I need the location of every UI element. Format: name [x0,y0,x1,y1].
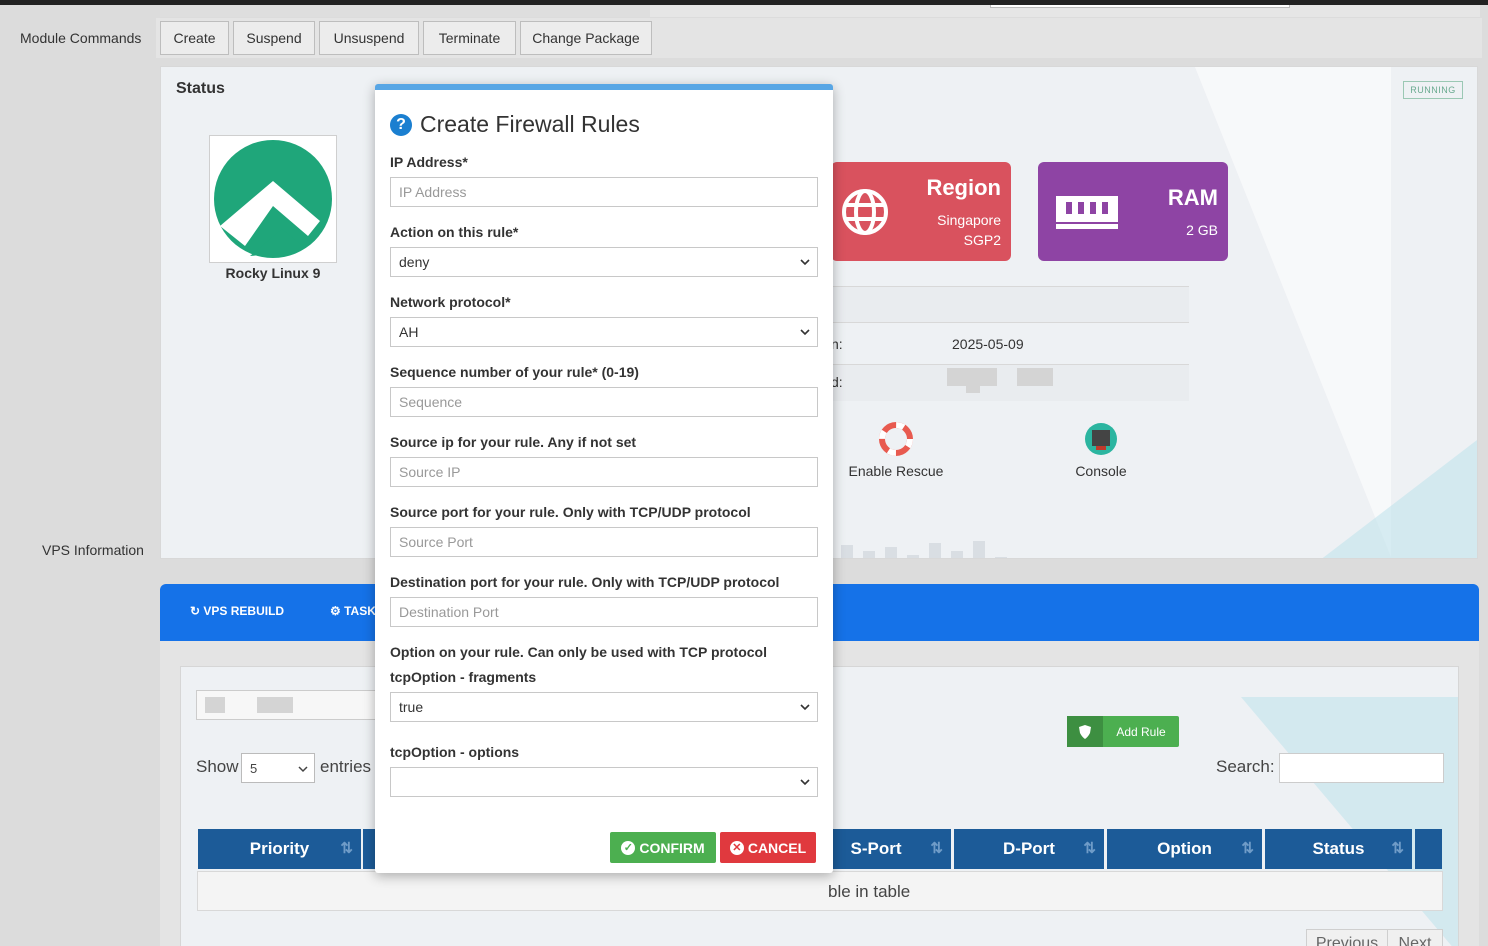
terminate-button[interactable]: Terminate [423,21,516,55]
cancel-button[interactable]: ✕ CANCEL [720,832,816,863]
enable-rescue-label: Enable Rescue [848,463,944,479]
chevron-down-icon [800,329,810,336]
tcp-option-label: Option on your rule. Can only be used wi… [390,644,767,660]
redacted-input [196,690,396,720]
create-button[interactable]: Create [160,21,229,55]
ip-address-input[interactable]: IP Address [390,177,818,207]
options-select[interactable] [390,767,818,797]
ip-address-label: IP Address* [390,154,468,170]
ram-title: RAM [1167,185,1218,210]
chevron-down-icon [800,704,810,711]
source-ip-label: Source ip for your rule. Any if not set [390,434,637,450]
sequence-label: Sequence number of your rule* (0-19) [390,364,639,380]
next-page-button[interactable]: Next [1387,929,1443,946]
confirm-button[interactable]: ✓ CONFIRM [610,832,716,863]
created-date: 2025-05-09 [952,336,1024,352]
unsuspend-button[interactable]: Unsuspend [319,21,419,55]
os-logo [209,135,337,263]
rocky-linux-logo-icon [214,140,332,258]
console-label: Console [1075,463,1127,479]
create-firewall-modal: ? Create Firewall Rules IP Address* IP A… [375,84,833,873]
empty-table-text: ble in table [828,882,911,901]
vps-information-label: VPS Information [42,542,144,558]
modal-title: ? Create Firewall Rules [390,111,640,138]
status-title: Status [176,80,225,97]
question-icon: ? [390,113,412,136]
source-ip-input[interactable]: Source IP [390,457,818,487]
sequence-input[interactable]: Sequence [390,387,818,417]
action-label: Action on this rule* [390,224,519,240]
enable-rescue-action[interactable]: Enable Rescue [841,422,951,479]
module-commands-bar: Create Suspend Unsuspend Terminate Chang… [156,18,1482,58]
console-icon [1085,423,1117,455]
suspend-button[interactable]: Suspend [233,21,315,55]
source-port-input[interactable]: Source Port [390,527,818,557]
top-strip [160,5,1480,17]
options-label: tcpOption - options [390,744,520,760]
col-d-port[interactable]: D-Port ⇅ [954,829,1104,869]
empty-table-row: ble in table [197,871,1443,911]
memory-icon [1056,196,1118,229]
tab-tasks[interactable]: ⚙ TASK [330,604,376,618]
change-package-button[interactable]: Change Package [520,21,652,55]
close-circle-icon: ✕ [729,840,744,855]
console-action[interactable]: Console [1051,422,1151,479]
ram-value: 2 GB [1186,222,1218,238]
search-label: Search: [1216,757,1275,776]
show-label: Show [196,757,239,776]
info-row-blank [831,286,1189,323]
previous-page-button[interactable]: Previous [1306,929,1388,946]
col-priority[interactable]: Priority ⇅ [198,829,361,869]
chevron-down-icon [800,259,810,266]
action-select[interactable]: deny [390,247,818,277]
chevron-down-icon [298,766,308,773]
region-card: Region Singapore SGP2 [831,162,1011,261]
ram-card: RAM 2 GB [1038,162,1228,261]
check-circle-icon: ✓ [621,840,636,855]
protocol-label: Network protocol* [390,294,511,310]
destination-port-input[interactable]: Destination Port [390,597,818,627]
shield-icon [1079,724,1091,739]
entries-label: entries [320,757,372,776]
col-option[interactable]: Option ⇅ [1107,829,1262,869]
page-length-select[interactable]: 5 [241,753,315,783]
search-input[interactable] [1279,753,1444,783]
region-title: Region [926,175,1001,200]
source-port-label: Source port for your rule. Only with TCP… [390,504,751,520]
decorative-bars [841,537,1011,558]
lifebuoy-icon [879,422,913,456]
module-commands-label: Module Commands [20,30,142,46]
chevron-down-icon [800,779,810,786]
region-code: SGP2 [963,232,1001,248]
add-rule-button[interactable]: Add Rule [1067,716,1179,747]
tab-vps-rebuild[interactable]: ↻ VPS REBUILD [190,604,284,618]
region-city: Singapore [937,212,1001,228]
status-badge: RUNNING [1403,81,1463,99]
fragments-label: tcpOption - fragments [390,669,537,685]
info-row-id: d: [831,364,1189,401]
destination-port-label: Destination port for your rule. Only wit… [390,574,780,590]
fragments-select[interactable]: true [390,692,818,722]
info-row-created: n: 2025-05-09 [831,336,1024,352]
col-status[interactable]: Status ⇅ [1265,829,1412,869]
globe-icon [842,189,888,235]
os-name: Rocky Linux 9 [225,265,321,281]
protocol-select[interactable]: AH [390,317,818,347]
